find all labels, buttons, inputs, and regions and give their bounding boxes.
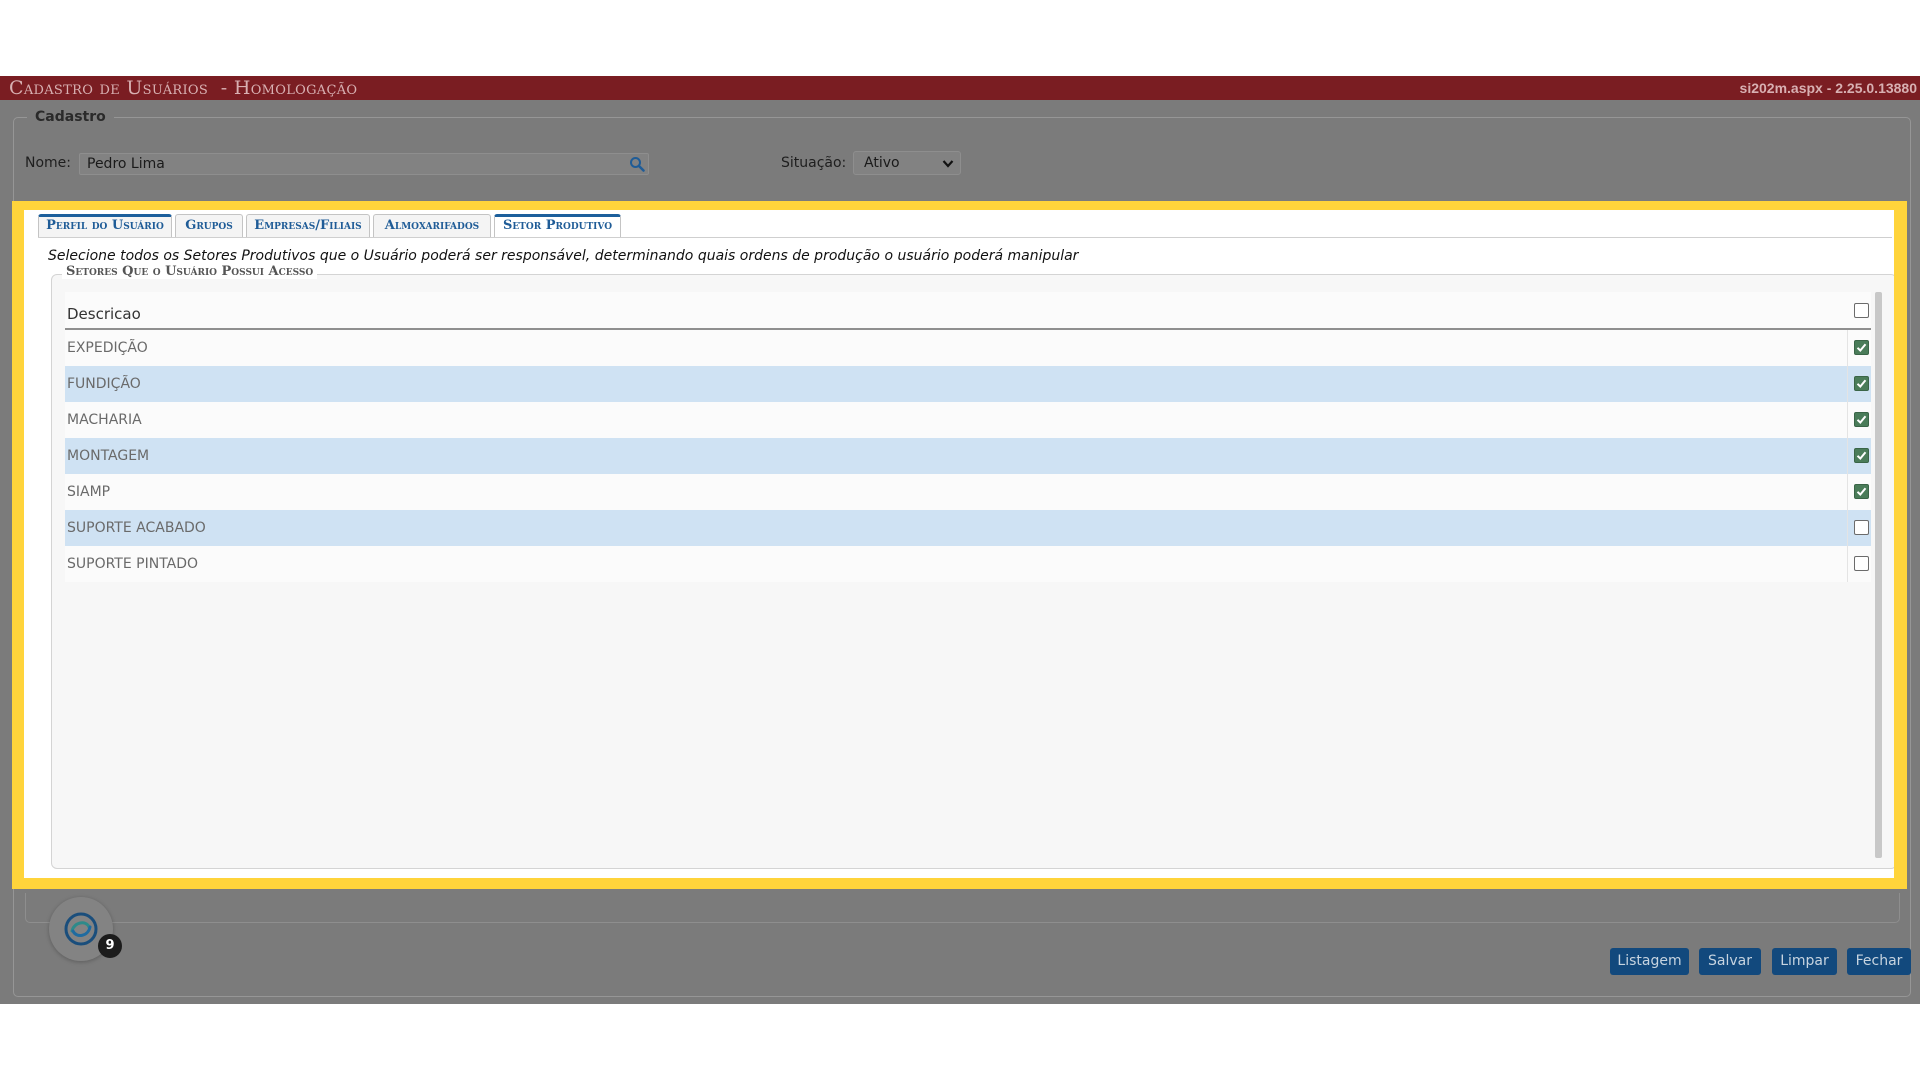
tab-setor-produtivo[interactable]: Setor Produtivo — [494, 214, 621, 238]
page-title: Cadastro de Usuários - Homologação — [9, 77, 358, 99]
table-row[interactable]: SUPORTE PINTADO — [65, 546, 1871, 582]
column-separator — [1847, 546, 1848, 582]
situacao-label: Situação: — [781, 155, 847, 171]
row-checkbox[interactable] — [1854, 448, 1869, 463]
column-separator — [1847, 402, 1848, 438]
table-row[interactable]: SIAMP — [65, 474, 1871, 510]
column-separator — [1847, 510, 1848, 546]
row-descricao: SUPORTE ACABADO — [67, 520, 206, 536]
column-separator — [1847, 330, 1848, 366]
row-descricao: MONTAGEM — [67, 448, 150, 464]
table-row[interactable]: EXPEDIÇÃO — [65, 330, 1871, 366]
nome-input[interactable]: Pedro Lima — [79, 153, 649, 175]
column-header-descricao[interactable]: Descricao — [67, 305, 141, 323]
version-label: si202m.aspx - 2.25.0.13880 — [1739, 80, 1917, 96]
situacao-select[interactable]: Ativo — [853, 151, 961, 175]
tab-content-panel: Perfil do Usuário Grupos Empresas/Filiai… — [24, 210, 1894, 878]
row-checkbox[interactable] — [1854, 484, 1869, 499]
salvar-button[interactable]: Salvar — [1699, 948, 1761, 975]
cadastro-legend: Cadastro — [27, 109, 114, 125]
row-checkbox[interactable] — [1854, 412, 1869, 427]
listagem-button[interactable]: Listagem — [1610, 948, 1689, 975]
select-all-checkbox[interactable] — [1854, 303, 1869, 318]
nome-label: Nome: — [25, 155, 72, 171]
row-descricao: SIAMP — [67, 484, 111, 500]
checkmark-icon — [1856, 343, 1867, 352]
tab-divider — [38, 237, 1892, 238]
row-checkbox[interactable] — [1854, 376, 1869, 391]
grid-scrollbar[interactable] — [1875, 292, 1882, 858]
table-row[interactable]: MACHARIA — [65, 402, 1871, 438]
situacao-value: Ativo — [864, 155, 900, 171]
highlighted-panel: Perfil do Usuário Grupos Empresas/Filiai… — [12, 201, 1907, 889]
row-checkbox[interactable] — [1854, 556, 1869, 571]
checkmark-icon — [1856, 487, 1867, 496]
notification-badge: 9 — [98, 934, 122, 958]
tab-empresas-filiais[interactable]: Empresas/Filiais — [246, 214, 370, 237]
fechar-button[interactable]: Fechar — [1847, 948, 1911, 975]
row-checkbox[interactable] — [1854, 520, 1869, 535]
checkmark-icon — [1856, 415, 1867, 424]
instruction-text: Selecione todos os Setores Produtivos qu… — [48, 248, 1079, 264]
row-descricao: FUNDIÇÃO — [67, 376, 141, 392]
title-bar: Cadastro de Usuários - Homologação si202… — [0, 76, 1920, 100]
setores-legend: Setores Que o Usuário Possui Acesso — [62, 264, 318, 279]
tab-almoxarifados[interactable]: Almoxarifados — [373, 214, 491, 237]
table-row[interactable]: FUNDIÇÃO — [65, 366, 1871, 402]
checkmark-icon — [1856, 451, 1867, 460]
column-separator — [1847, 438, 1848, 474]
row-descricao: MACHARIA — [67, 412, 142, 428]
chevron-down-icon — [942, 160, 954, 168]
tab-perfil-usuario[interactable]: Perfil do Usuário — [38, 214, 172, 237]
table-row[interactable]: MONTAGEM — [65, 438, 1871, 474]
table-row[interactable]: SUPORTE ACABADO — [65, 510, 1871, 546]
app-window: Cadastro de Usuários - Homologação si202… — [0, 76, 1920, 1004]
setores-grid: Descricao EXPEDIÇÃO FUNDIÇÃO MACHARIA MO… — [65, 292, 1871, 582]
row-checkbox[interactable] — [1854, 340, 1869, 355]
search-icon[interactable] — [629, 156, 645, 172]
grid-header-row: Descricao — [65, 292, 1871, 330]
row-descricao: SUPORTE PINTADO — [67, 556, 199, 572]
inner-frame-bottom — [25, 893, 1900, 923]
row-descricao: EXPEDIÇÃO — [67, 340, 148, 356]
limpar-button[interactable]: Limpar — [1772, 948, 1837, 975]
column-separator — [1847, 474, 1848, 510]
tab-grupos[interactable]: Grupos — [175, 214, 243, 237]
checkmark-icon — [1856, 379, 1867, 388]
assistant-swirl-icon — [64, 912, 98, 946]
column-separator — [1847, 366, 1848, 402]
